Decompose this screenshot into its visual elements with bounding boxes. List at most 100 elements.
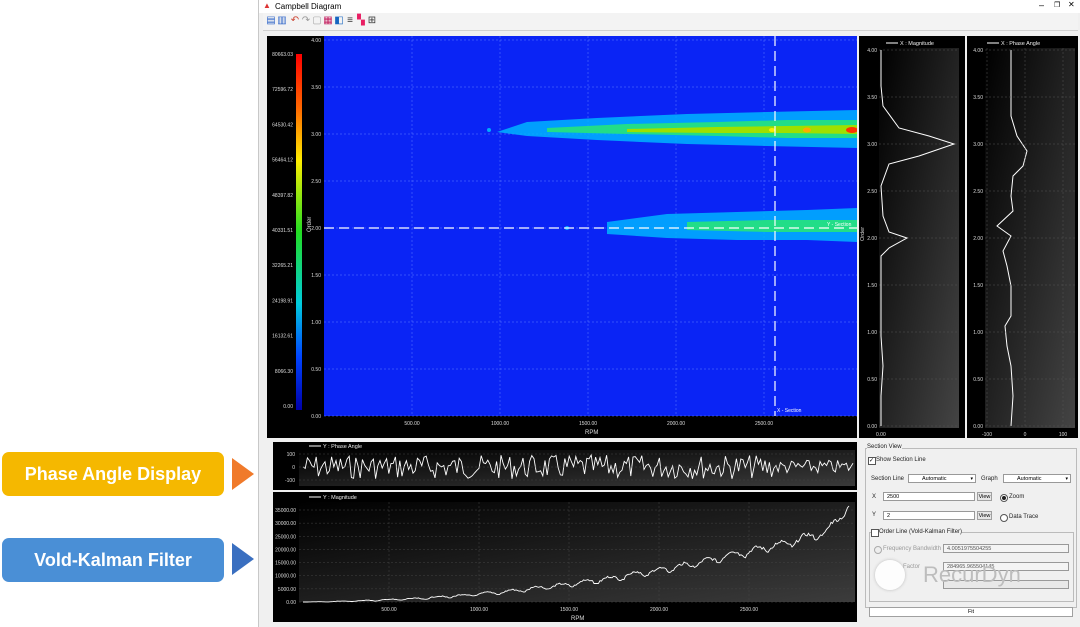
magnitude-plot-xtick: 500.00 xyxy=(381,607,397,613)
redo-icon[interactable]: ↷ xyxy=(301,15,311,27)
magnitude-plot-xtick: 2500.00 xyxy=(740,607,758,613)
colorbar-tick: 80663.03 xyxy=(272,52,293,58)
graph-select[interactable]: Automatic ▾ xyxy=(1003,474,1071,483)
colorbar-tick: 72596.72 xyxy=(272,87,293,93)
label-icon[interactable]: ≡ xyxy=(345,15,355,27)
campbell-xtick: 500.00 xyxy=(404,421,420,427)
x-label: X xyxy=(872,494,877,500)
app-icon: ▲ xyxy=(263,1,271,10)
show-section-line-checkbox[interactable]: ✓ xyxy=(868,457,876,465)
magnitude-plot-ytick: 35000.00 xyxy=(275,508,296,514)
phase-panel-legend: X : Phase Angle xyxy=(1001,41,1040,47)
open-icon[interactable]: ▥ xyxy=(277,15,287,27)
section-view-panel: Section View ✓ Show Section Line Section… xyxy=(863,442,1079,622)
zoom-radio[interactable] xyxy=(1000,494,1008,502)
campbell-window: ▲ Campbell Diagram – ❐ ✕ ▤ ▥ ↶ ↷ ▢ ▦ ◧ ≡… xyxy=(258,0,1080,627)
campbell-xtick: 1500.00 xyxy=(579,421,597,427)
y-view-button[interactable]: View xyxy=(977,511,992,520)
phase-panel-ytick: 0.50 xyxy=(973,377,983,383)
colorbar-tick: 56464.12 xyxy=(272,158,293,164)
copy-icon[interactable]: ▢ xyxy=(312,15,322,27)
y-label: Y xyxy=(872,512,877,518)
colorbar-tick: 24198.91 xyxy=(272,298,293,304)
data-trace-label: Data Trace xyxy=(1009,514,1039,520)
freq-bandwidth-input[interactable]: 4.0051975504255 xyxy=(943,544,1069,553)
y-input[interactable]: 2 xyxy=(883,511,975,520)
window-title: Campbell Diagram xyxy=(275,2,342,11)
phase-panel-ytick: 1.50 xyxy=(973,283,983,289)
mag-panel-ytick: 0.00 xyxy=(867,424,877,430)
mag-panel-ylabel: Order xyxy=(860,227,866,241)
magnitude-plot-xlabel: RPM xyxy=(571,616,584,622)
phase-panel-ytick: 2.00 xyxy=(973,236,983,242)
vold-kalman-arrow-icon xyxy=(232,543,254,575)
mag-panel-ytick: 4.00 xyxy=(867,48,877,54)
campbell-ytick: 2.50 xyxy=(311,179,321,185)
order-line-checkbox[interactable] xyxy=(871,529,879,537)
colorbar-tick: 40331.51 xyxy=(272,228,293,234)
magnitude-plot-xtick: 1500.00 xyxy=(560,607,578,613)
chevron-down-icon: ▾ xyxy=(1065,476,1068,482)
close-icon[interactable]: ✕ xyxy=(1068,0,1075,9)
campbell-ylabel: Order xyxy=(307,217,313,232)
magnitude-plot-ytick: 5000.00 xyxy=(278,587,296,593)
freq-bandwidth-label: Frequency Bandwidth xyxy=(883,546,942,552)
phase-panel-ytick: 1.00 xyxy=(973,330,983,336)
show-section-line-label: Show Section Line xyxy=(876,457,926,463)
phase-panel-ytick: 3.50 xyxy=(973,95,983,101)
grid-icon[interactable]: ⊞ xyxy=(367,15,377,27)
mag-panel-legend: X : Magnitude xyxy=(900,41,934,47)
mag-panel-ytick: 2.50 xyxy=(867,189,877,195)
freq-bandwidth-radio[interactable] xyxy=(874,546,882,554)
restore-icon[interactable]: ❐ xyxy=(1054,1,1060,9)
magnitude-plot-ytick: 0.00 xyxy=(286,600,296,606)
campbell-ytick: 3.00 xyxy=(311,132,321,138)
chart-icon[interactable]: ▦ xyxy=(323,15,333,27)
section-line-select[interactable]: Automatic ▾ xyxy=(908,474,976,483)
minimize-icon[interactable]: – xyxy=(1039,0,1044,10)
phase-plot-legend: Y : Phase Angle xyxy=(323,444,362,450)
mag-panel-ytick: 1.00 xyxy=(867,330,877,336)
phase-panel-ytick: 3.00 xyxy=(973,142,983,148)
zoom-icon[interactable]: ◧ xyxy=(334,15,344,27)
phase-panel-ytick: 0.00 xyxy=(973,424,983,430)
campbell-svg: 80663.03 72596.72 64530.42 56464.12 48397.82… xyxy=(272,36,857,436)
graph-label: Graph xyxy=(981,476,998,482)
campbell-xtick: 1000.00 xyxy=(491,421,509,427)
magnitude-plot-ytick: 20000.00 xyxy=(275,547,296,553)
toolbar: ▤ ▥ ↶ ↷ ▢ ▦ ◧ ≡ ▚ ⊞ xyxy=(263,13,1078,31)
magnitude-plot-xtick: 2000.00 xyxy=(650,607,668,613)
section-view-title: Section View xyxy=(867,444,902,450)
campbell-ytick: 0.00 xyxy=(311,414,321,420)
data-trace-radio[interactable] xyxy=(1000,514,1008,522)
y-magnitude-plot: Y : Magnitude 35000.00 30000.00 25000.00 20… xyxy=(273,492,857,622)
x-view-button[interactable]: View xyxy=(977,492,992,501)
mag-panel-ytick: 0.50 xyxy=(867,377,877,383)
x-section-label: X - Section xyxy=(777,408,802,414)
campbell-plot-area: 80663.03 72596.72 64530.42 56464.12 48397.82… xyxy=(267,36,857,438)
y-section-label: Y - Section xyxy=(827,222,852,228)
phase-angle-callout: Phase Angle Display xyxy=(2,452,224,496)
color-icon[interactable]: ▚ xyxy=(356,15,366,27)
order-line-label: Order Line (Vold-Kalman Filter) xyxy=(879,529,963,535)
watermark-text: RecurDyn xyxy=(923,562,1021,587)
mag-panel-ytick: 3.00 xyxy=(867,142,877,148)
campbell-ytick: 1.00 xyxy=(311,320,321,326)
vold-kalman-callout: Vold-Kalman Filter xyxy=(2,538,224,582)
campbell-xlabel: RPM xyxy=(585,430,598,436)
new-icon[interactable]: ▤ xyxy=(266,15,276,27)
colorbar-tick: 8066.30 xyxy=(275,369,293,375)
x-input[interactable]: 2500 xyxy=(883,492,975,501)
fit-button[interactable]: Fit xyxy=(869,607,1073,617)
y-phase-angle-plot: Y : Phase Angle 100 0 -100 xyxy=(273,442,857,490)
magnitude-plot-ytick: 15000.00 xyxy=(275,561,296,567)
phase-panel-ytick: 4.00 xyxy=(973,48,983,54)
title-bar: ▲ Campbell Diagram – ❐ ✕ xyxy=(259,0,1080,13)
zoom-label: Zoom xyxy=(1009,494,1025,500)
mag-panel-ytick: 1.50 xyxy=(867,283,877,289)
magnitude-plot-ytick: 25000.00 xyxy=(275,534,296,540)
undo-icon[interactable]: ↶ xyxy=(290,15,300,27)
phase-panel-xtick: -100 xyxy=(982,432,992,438)
colorbar xyxy=(296,54,302,410)
x-phase-panel: X : Phase Angle 4.00 3.50 3.00 2.50 2.00 1.50… xyxy=(967,36,1078,438)
